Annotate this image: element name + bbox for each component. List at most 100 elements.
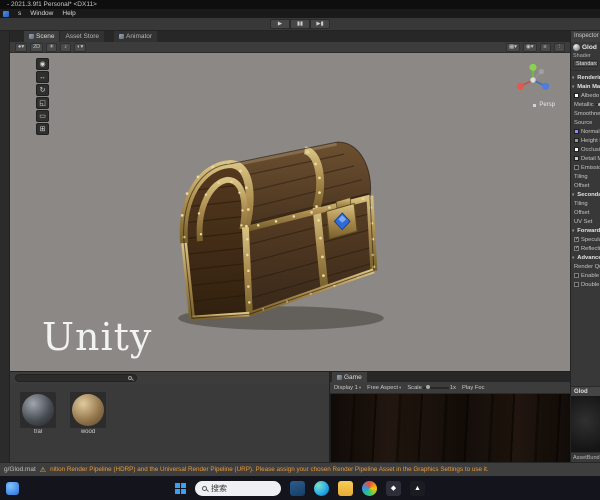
inspector-row[interactable]: UV Set bbox=[571, 217, 600, 226]
tab-animator[interactable]: Animator bbox=[114, 31, 158, 42]
inspector-row[interactable]: Secondary Maps bbox=[571, 190, 600, 199]
scene-orientation-gizmo[interactable] bbox=[512, 59, 554, 101]
window-titlebar[interactable]: - 2021.3.9f1 Personal* <DX11> bbox=[0, 0, 600, 9]
inspector-row[interactable]: Height Map bbox=[571, 136, 600, 145]
tab-asset-store[interactable]: Asset Store bbox=[60, 31, 105, 42]
camera-settings-icon[interactable]: ≡ bbox=[539, 42, 551, 52]
scale-slider-track[interactable] bbox=[422, 385, 449, 389]
scale-value: 1x bbox=[449, 384, 456, 391]
display-dropdown[interactable]: Display 1 ▾ bbox=[334, 385, 361, 391]
pause-button[interactable]: ▮▮ bbox=[290, 19, 310, 29]
scale-tool[interactable]: ◱ bbox=[36, 97, 49, 109]
checkbox[interactable] bbox=[574, 236, 579, 242]
shading-mode-dropdown[interactable]: ●▾ bbox=[15, 42, 28, 52]
map-swatch bbox=[574, 147, 579, 152]
lighting-toggle[interactable]: ☀ bbox=[46, 42, 58, 52]
unity-editor-icon[interactable]: ▲ bbox=[410, 480, 425, 496]
asset-item[interactable]: tral bbox=[17, 392, 59, 462]
transform-tool[interactable]: ⊞ bbox=[36, 123, 49, 135]
scale-slider[interactable]: Scale 1x bbox=[407, 385, 456, 391]
inspector-row[interactable]: Render Queue bbox=[571, 262, 600, 271]
store-icon[interactable] bbox=[290, 480, 305, 496]
play-button[interactable]: ▶ bbox=[270, 19, 290, 29]
grid-dropdown[interactable]: ▦▾ bbox=[505, 42, 520, 52]
inspector-row[interactable]: Emission bbox=[571, 163, 600, 172]
shader-dropdown[interactable]: Standard bbox=[573, 60, 598, 67]
edge-icon[interactable] bbox=[314, 480, 329, 496]
map-swatch bbox=[574, 129, 579, 134]
scene-viewport[interactable]: ◉ ↔ ↻ ◱ ▭ ⊞ Unity Persp bbox=[10, 53, 570, 371]
preview-area[interactable] bbox=[571, 396, 600, 452]
start-button[interactable] bbox=[175, 482, 186, 494]
project-search-input[interactable] bbox=[15, 374, 137, 382]
inspector-row-label: Reflections bbox=[581, 245, 600, 252]
inspector-row[interactable]: Main Maps bbox=[571, 82, 600, 91]
inspector-row[interactable]: Albedo bbox=[571, 91, 600, 100]
step-button[interactable]: ▶▮ bbox=[310, 19, 330, 29]
inspector-row[interactable]: Metallic bbox=[571, 100, 600, 109]
play-focused-dropdown[interactable]: Play Foc bbox=[462, 385, 485, 391]
inspector-row[interactable]: Occlusion bbox=[571, 145, 600, 154]
inspector-row-label: Tiling bbox=[574, 173, 588, 180]
overflow-menu-icon[interactable]: ⋮ bbox=[553, 42, 565, 52]
map-swatch bbox=[574, 93, 579, 98]
checkbox[interactable] bbox=[574, 245, 579, 251]
inspector-row-label: Detail Mask bbox=[581, 155, 600, 162]
menu-item[interactable]: Window bbox=[30, 10, 53, 17]
effects-dropdown[interactable]: ◐▾ bbox=[74, 42, 87, 52]
warning-icon: ⚠ bbox=[39, 466, 47, 474]
inspector-row[interactable]: Rendering Mode bbox=[571, 73, 600, 82]
inspector-row[interactable]: Tiling bbox=[571, 199, 600, 208]
inspector-row[interactable]: Source bbox=[571, 118, 600, 127]
inspector-row[interactable]: Smoothness bbox=[571, 109, 600, 118]
inspector-row[interactable]: Offset bbox=[571, 208, 600, 217]
move-tool[interactable]: ↔ bbox=[36, 71, 49, 83]
inspector-row[interactable]: Normal Map bbox=[571, 127, 600, 136]
material-thumbnail bbox=[70, 392, 106, 428]
checkbox[interactable] bbox=[574, 273, 579, 278]
tab-scene[interactable]: Scene bbox=[24, 31, 60, 42]
tab-inspector[interactable]: Inspector bbox=[571, 31, 600, 42]
treasure-chest-model[interactable] bbox=[160, 81, 398, 333]
slider-track[interactable] bbox=[595, 102, 600, 106]
taskbar-search[interactable]: 搜索 bbox=[195, 480, 281, 496]
console-warning-text[interactable]: nition Render Pipeline (HDRP) and the Un… bbox=[50, 466, 489, 473]
2d-toggle[interactable]: 2D bbox=[30, 42, 44, 52]
inspector-row[interactable]: Advanced Options bbox=[571, 253, 600, 262]
inspector-row[interactable]: Reflections bbox=[571, 244, 600, 253]
aspect-dropdown[interactable]: Free Aspect ▾ bbox=[367, 385, 401, 391]
perspective-label: Persp bbox=[539, 102, 555, 108]
inspector-row[interactable]: Specular Highlights bbox=[571, 235, 600, 244]
assetbundle-row[interactable]: AssetBundle bbox=[571, 452, 600, 462]
inspector-row[interactable]: Forward Rendering Options bbox=[571, 226, 600, 235]
hand-tool[interactable]: ◉ bbox=[36, 58, 49, 70]
photos-icon[interactable] bbox=[362, 480, 377, 496]
menu-item[interactable]: s bbox=[18, 10, 21, 17]
audio-toggle[interactable]: ♪ bbox=[60, 42, 72, 52]
selected-asset-path: g/Glod.mat bbox=[4, 466, 36, 473]
checkbox[interactable] bbox=[574, 282, 579, 287]
widgets-icon[interactable] bbox=[6, 481, 19, 495]
unity-hub-icon[interactable]: ◆ bbox=[386, 480, 401, 496]
preview-header[interactable]: Glod bbox=[571, 386, 600, 396]
pause-icon: ▮▮ bbox=[296, 21, 304, 27]
status-bar[interactable]: g/Glod.mat ⚠ nition Render Pipeline (HDR… bbox=[0, 462, 600, 476]
inspector-row[interactable]: Offset bbox=[571, 181, 600, 190]
rotate-tool[interactable]: ↻ bbox=[36, 84, 49, 96]
inspector-row-label: Height Map bbox=[581, 137, 600, 144]
file-explorer-icon[interactable] bbox=[338, 480, 353, 496]
asset-item[interactable]: wood bbox=[67, 392, 109, 462]
play-icon: ▶ bbox=[277, 21, 283, 27]
inspector-row[interactable]: Detail Mask bbox=[571, 154, 600, 163]
gizmos-dropdown[interactable]: ◉▾ bbox=[522, 42, 537, 52]
gizmo-perspective-toggle[interactable]: Persp bbox=[532, 102, 555, 108]
inspector-row[interactable]: Double Sided Global Illumination bbox=[571, 280, 600, 289]
rect-tool[interactable]: ▭ bbox=[36, 110, 49, 122]
checkbox[interactable] bbox=[574, 165, 579, 170]
inspector-row[interactable]: Enable GPU Instancing bbox=[571, 271, 600, 280]
step-icon: ▶▮ bbox=[316, 21, 324, 27]
inspector-row-label: Main Maps bbox=[577, 83, 600, 90]
menu-item[interactable]: Help bbox=[62, 10, 75, 17]
inspector-row[interactable]: Tiling bbox=[571, 172, 600, 181]
material-name: Glod bbox=[582, 44, 597, 51]
